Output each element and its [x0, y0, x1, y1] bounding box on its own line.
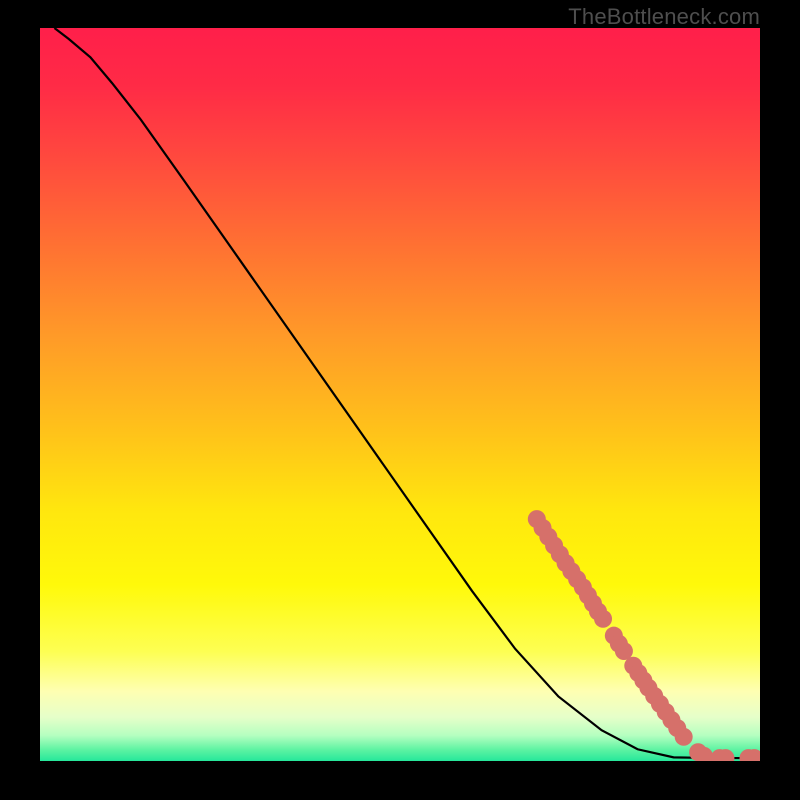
chart-svg: [40, 28, 760, 761]
data-marker: [594, 610, 612, 628]
plot-area: [40, 28, 760, 761]
gradient-background: [40, 28, 760, 761]
chart-frame: TheBottleneck.com: [0, 0, 800, 800]
attribution-text: TheBottleneck.com: [568, 4, 760, 30]
data-marker: [675, 728, 693, 746]
